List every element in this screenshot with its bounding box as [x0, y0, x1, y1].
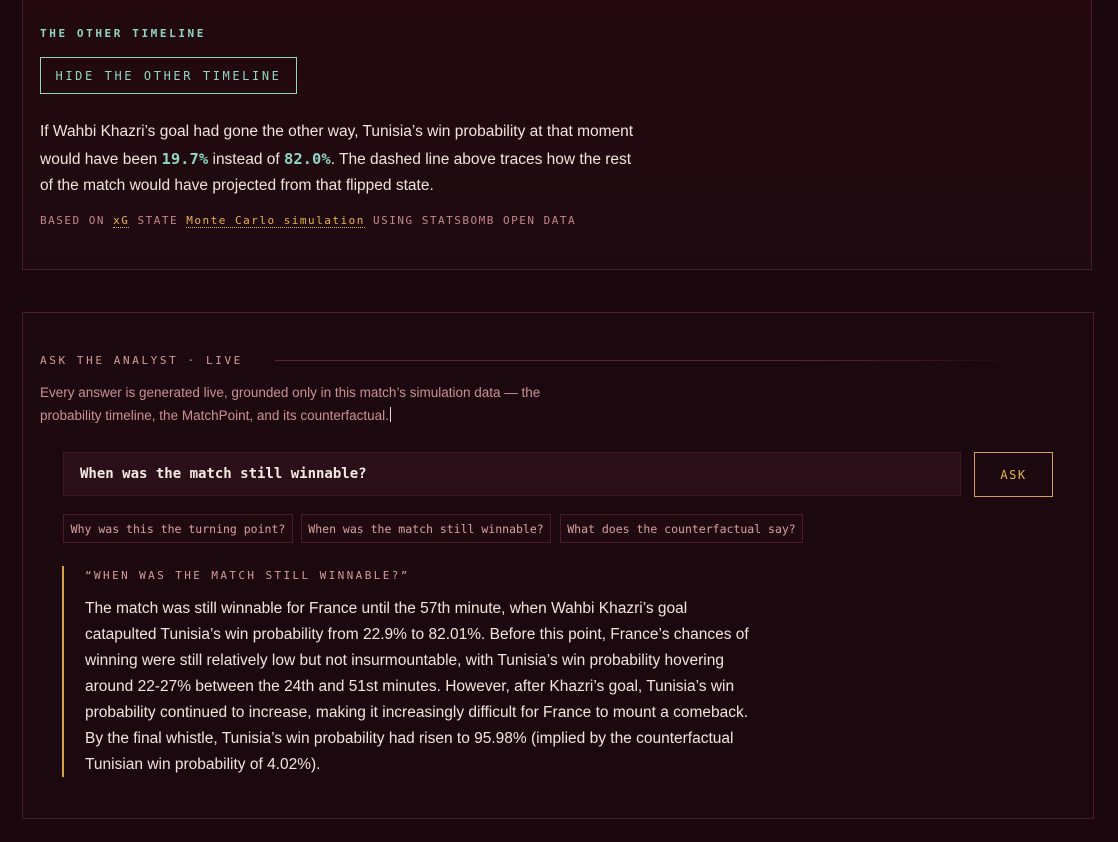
basis-state: STATE — [129, 214, 187, 227]
suggestion-chip-counterfactual[interactable]: What does the counterfactual say? — [560, 514, 803, 543]
analyst-intro: Every answer is generated live, grounded… — [40, 381, 600, 427]
basis-prefix: BASED ON — [40, 214, 114, 227]
hide-other-timeline-button[interactable]: HIDE THE OTHER TIMELINE — [40, 57, 297, 94]
basis-suffix: USING STATSBOMB OPEN DATA — [364, 214, 577, 227]
question-input[interactable] — [63, 452, 961, 496]
text-caret — [389, 407, 391, 422]
xg-glossary-link[interactable]: xG — [113, 214, 130, 228]
cf-text-middle: instead of — [208, 150, 285, 168]
answer-question-label: “WHEN WAS THE MATCH STILL WINNABLE?” — [85, 569, 410, 582]
analyst-answer: The match was still winnable for France … — [85, 600, 749, 773]
counterfactual-description: If Wahbi Khazri’s goal had gone the othe… — [40, 119, 640, 200]
actual-probability: 82.0% — [284, 149, 331, 168]
other-timeline-heading: THE OTHER TIMELINE — [40, 27, 207, 40]
ask-button[interactable]: ASK — [974, 452, 1053, 497]
answer-accent-bar — [62, 566, 64, 777]
suggestion-chip-turning-point[interactable]: Why was this the turning point? — [63, 514, 293, 543]
data-source-note: BASED ON xG STATE Monte Carlo simulation… — [40, 214, 577, 228]
heading-divider — [275, 360, 1025, 361]
flipped-probability: 19.7% — [161, 149, 209, 168]
suggestion-chip-still-winnable[interactable]: When was the match still winnable? — [301, 514, 551, 543]
monte-carlo-link[interactable]: Monte Carlo simulation — [186, 214, 365, 228]
analyst-intro-text: Every answer is generated live, grounded… — [40, 385, 541, 423]
ask-analyst-heading: ASK THE ANALYST · LIVE — [40, 354, 243, 367]
